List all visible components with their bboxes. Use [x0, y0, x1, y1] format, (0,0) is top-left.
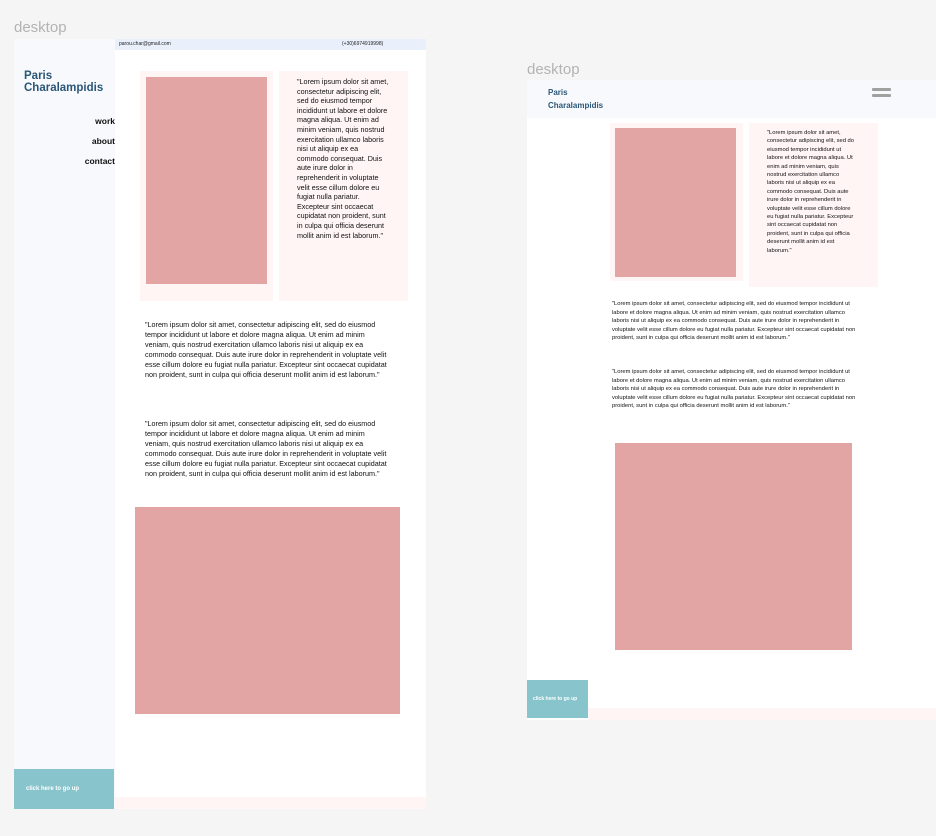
- menu-bar: [872, 94, 891, 97]
- card-text: "Lorem ipsum dolor sit amet, consectetur…: [297, 77, 389, 240]
- desktop-frame-header: Paris Charalampidis "Lorem ipsum dolor s…: [527, 80, 936, 720]
- image-placeholder: [146, 77, 267, 284]
- menu-bar: [872, 88, 891, 91]
- large-image-placeholder: [135, 507, 400, 714]
- sidebar: [14, 39, 115, 809]
- paragraph-1: "Lorem ipsum dolor sit amet, consectetur…: [145, 320, 387, 379]
- phone-number: (+30)6974919998): [342, 41, 384, 47]
- go-up-button[interactable]: click here to go up: [14, 769, 114, 809]
- frame-label-desktop: desktop: [14, 19, 67, 36]
- site-title-first-name: Paris: [548, 88, 568, 97]
- paragraph-2: "Lorem ipsum dolor sit amet, consectetur…: [145, 419, 387, 478]
- card-text: "Lorem ipsum dolor sit amet, consectetur…: [767, 130, 855, 254]
- desktop-frame-sidebar: parou.char@gmail.com (+30)6974919998) Pa…: [14, 39, 426, 809]
- nav-link-about[interactable]: about: [25, 136, 115, 146]
- frame-label-desktop-2: desktop: [527, 61, 580, 78]
- nav-link-work[interactable]: work: [25, 116, 115, 126]
- nav-link-contact[interactable]: contact: [25, 156, 115, 166]
- site-title-first-name: Paris: [24, 70, 53, 82]
- footer-strip: [588, 708, 936, 720]
- site-title[interactable]: Paris Charalampidis: [548, 87, 668, 112]
- site-title[interactable]: Paris Charalampidis: [24, 70, 114, 94]
- large-image-placeholder: [615, 443, 852, 650]
- image-placeholder: [615, 128, 736, 277]
- go-up-button[interactable]: click here to go up: [527, 680, 588, 718]
- hamburger-menu-icon[interactable]: [872, 88, 891, 100]
- paragraph-2: "Lorem ipsum dolor sit amet, consectetur…: [612, 369, 856, 409]
- paragraph-1: "Lorem ipsum dolor sit amet, consectetur…: [612, 301, 856, 341]
- email-link[interactable]: parou.char@gmail.com: [119, 41, 171, 47]
- footer-strip: [115, 797, 426, 809]
- site-title-last-name: Charalampidis: [24, 82, 104, 94]
- site-title-last-name: Charalampidis: [548, 100, 604, 110]
